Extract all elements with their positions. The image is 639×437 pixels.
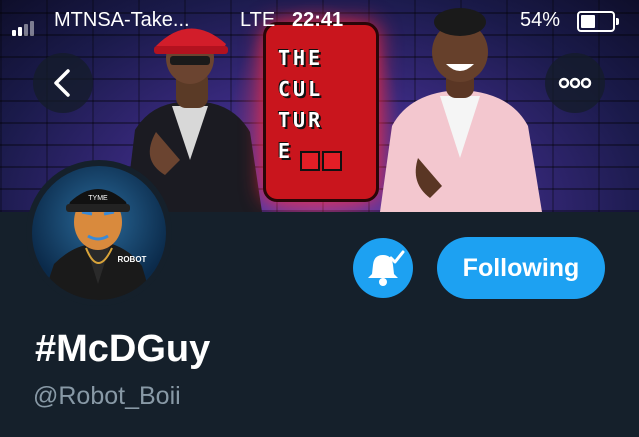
chevron-left-icon bbox=[54, 69, 70, 97]
banner-phone-logo: THE CUL TUR E bbox=[263, 22, 379, 202]
avatar-illustration: TYME ROBOT bbox=[32, 166, 166, 300]
back-button[interactable] bbox=[33, 53, 93, 113]
following-button[interactable]: Following bbox=[437, 237, 605, 299]
profile-handle: @Robot_Boii bbox=[33, 382, 181, 410]
more-options-button[interactable] bbox=[545, 53, 605, 113]
battery-level-fill bbox=[581, 15, 595, 28]
avatar-caption: ROBOT bbox=[118, 255, 147, 264]
banner-logo-line: THE bbox=[278, 46, 324, 70]
profile-avatar[interactable]: TYME ROBOT bbox=[26, 160, 172, 306]
banner-logo-squares bbox=[300, 151, 344, 176]
svg-text:TYME: TYME bbox=[88, 195, 108, 202]
more-horizontal-icon bbox=[558, 77, 592, 89]
carrier-name: MTNSA-Take... bbox=[54, 9, 190, 31]
battery-icon bbox=[577, 11, 619, 32]
signal-strength-icon bbox=[12, 13, 36, 36]
banner-logo-line: CUL bbox=[278, 77, 324, 101]
profile-display-name: #McDGuy bbox=[35, 328, 211, 370]
status-bar: MTNSA-Take... LTE 22:41 54% bbox=[0, 0, 639, 40]
bell-check-icon bbox=[368, 250, 405, 286]
battery-percent: 54% bbox=[520, 9, 561, 31]
status-time: 22:41 bbox=[292, 9, 344, 31]
notifications-button[interactable] bbox=[353, 238, 413, 298]
banner-logo-line: TUR bbox=[278, 108, 324, 132]
network-type: LTE bbox=[240, 9, 276, 31]
